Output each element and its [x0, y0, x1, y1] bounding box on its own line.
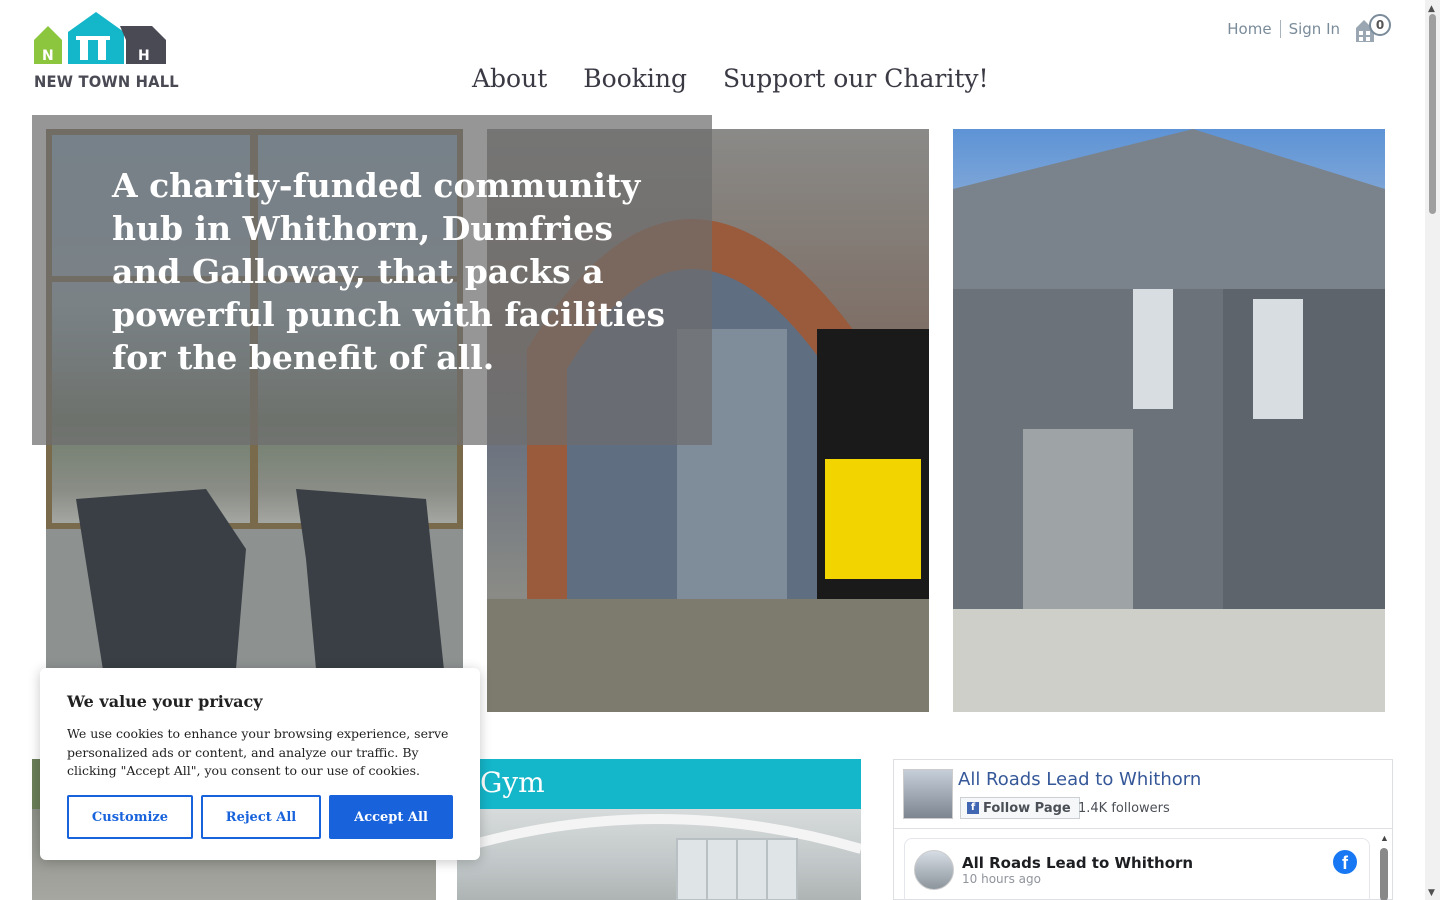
- signin-link[interactable]: Sign In: [1289, 20, 1340, 38]
- cart-count-badge: 0: [1369, 14, 1391, 36]
- facebook-f-icon: f: [967, 802, 979, 814]
- card-gym-title[interactable]: Gym: [480, 766, 545, 799]
- facebook-widget: All Roads Lead to Whithorn f Follow Page…: [893, 759, 1393, 900]
- followers-count: 1.4K followers: [1078, 801, 1170, 816]
- follow-page-label: Follow Page: [983, 800, 1071, 816]
- svg-text:N: N: [42, 48, 54, 64]
- facebook-page-name[interactable]: All Roads Lead to Whithorn: [958, 769, 1201, 790]
- post-avatar[interactable]: [914, 850, 954, 890]
- nav-item-support[interactable]: Support our Charity!: [723, 64, 989, 93]
- home-link[interactable]: Home: [1227, 20, 1271, 38]
- widget-scrollbar-thumb[interactable]: [1380, 848, 1388, 900]
- scroll-up-icon[interactable]: ▲: [1380, 833, 1389, 843]
- cookie-message: We use cookies to enhance your browsing …: [67, 726, 449, 778]
- follow-page-button[interactable]: f Follow Page: [960, 797, 1080, 819]
- page-scrollbar[interactable]: ▲ ▼: [1425, 0, 1440, 900]
- customize-button[interactable]: Customize: [67, 795, 193, 839]
- card-gym-image[interactable]: [455, 809, 863, 900]
- cookie-consent-banner: We value your privacy We use cookies to …: [40, 668, 480, 860]
- hero-image-exterior: [953, 129, 1385, 712]
- logo-text: NEW TOWN HALL: [34, 72, 179, 91]
- post-author[interactable]: All Roads Lead to Whithorn: [962, 854, 1193, 872]
- divider: [894, 828, 1392, 829]
- nav-item-about[interactable]: About: [472, 64, 547, 93]
- facebook-logo-icon[interactable]: f: [1333, 850, 1357, 874]
- main-nav: About Booking Support our Charity!: [472, 64, 989, 93]
- divider: [1279, 20, 1281, 38]
- cookie-title: We value your privacy: [67, 692, 263, 711]
- nav-item-booking[interactable]: Booking: [583, 64, 687, 93]
- facebook-page-thumbnail[interactable]: [903, 769, 953, 819]
- reject-all-button[interactable]: Reject All: [201, 795, 321, 839]
- post-time[interactable]: 10 hours ago: [962, 872, 1041, 886]
- utility-nav: Home Sign In: [1227, 20, 1340, 38]
- svg-text:H: H: [138, 48, 150, 64]
- hero-tagline: A charity-funded community hub in Whitho…: [112, 166, 666, 377]
- scroll-down-arrow-icon[interactable]: ▼: [1428, 888, 1435, 898]
- scrollbar-thumb[interactable]: [1429, 14, 1436, 214]
- scroll-up-arrow-icon[interactable]: ▲: [1428, 4, 1435, 14]
- accept-all-button[interactable]: Accept All: [329, 795, 453, 839]
